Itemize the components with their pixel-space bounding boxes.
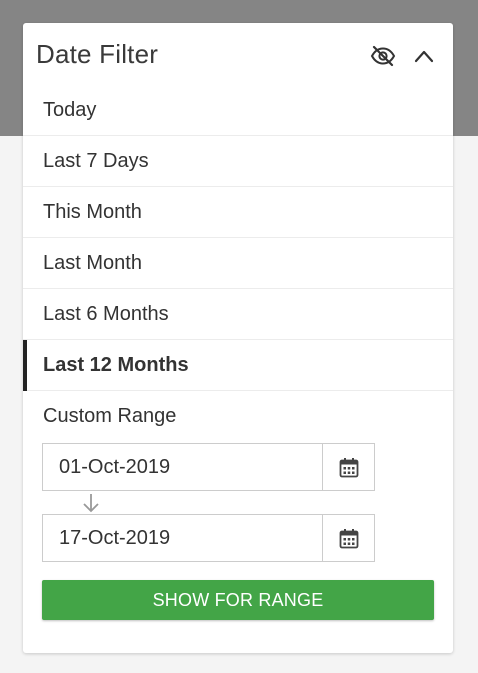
option-label: This Month xyxy=(43,201,142,223)
panel-title: Date Filter xyxy=(36,39,159,69)
eye-off-icon[interactable] xyxy=(368,41,398,71)
arrow-down-icon xyxy=(81,493,101,513)
chevron-up-icon[interactable] xyxy=(409,41,439,71)
from-date-field xyxy=(42,443,375,491)
calendar-icon[interactable] xyxy=(322,515,374,561)
to-date-input[interactable] xyxy=(43,515,325,561)
calendar-icon[interactable] xyxy=(322,444,374,490)
option-label: Last 7 Days xyxy=(43,150,149,172)
panel-header: Date Filter xyxy=(23,23,453,85)
option-label: Last 6 Months xyxy=(43,303,169,325)
option-this-month[interactable]: This Month xyxy=(23,187,453,238)
date-option-list: Today Last 7 Days This Month Last Month … xyxy=(23,85,453,391)
option-label: Today xyxy=(43,99,97,121)
option-last-6-months[interactable]: Last 6 Months xyxy=(23,289,453,340)
option-last-month[interactable]: Last Month xyxy=(23,238,453,289)
option-today[interactable]: Today xyxy=(23,85,453,136)
show-for-range-button[interactable]: SHOW FOR RANGE xyxy=(42,580,434,620)
from-date-input[interactable] xyxy=(43,444,325,490)
option-last-12-months[interactable]: Last 12 Months xyxy=(23,340,453,391)
to-date-field xyxy=(42,514,375,562)
date-filter-panel: Date Filter Today Last 7 Days This Month… xyxy=(23,23,453,653)
option-label: Last Month xyxy=(43,252,142,274)
option-last-7-days[interactable]: Last 7 Days xyxy=(23,136,453,187)
custom-range-label: Custom Range xyxy=(43,405,177,427)
option-label: Last 12 Months xyxy=(43,354,189,376)
